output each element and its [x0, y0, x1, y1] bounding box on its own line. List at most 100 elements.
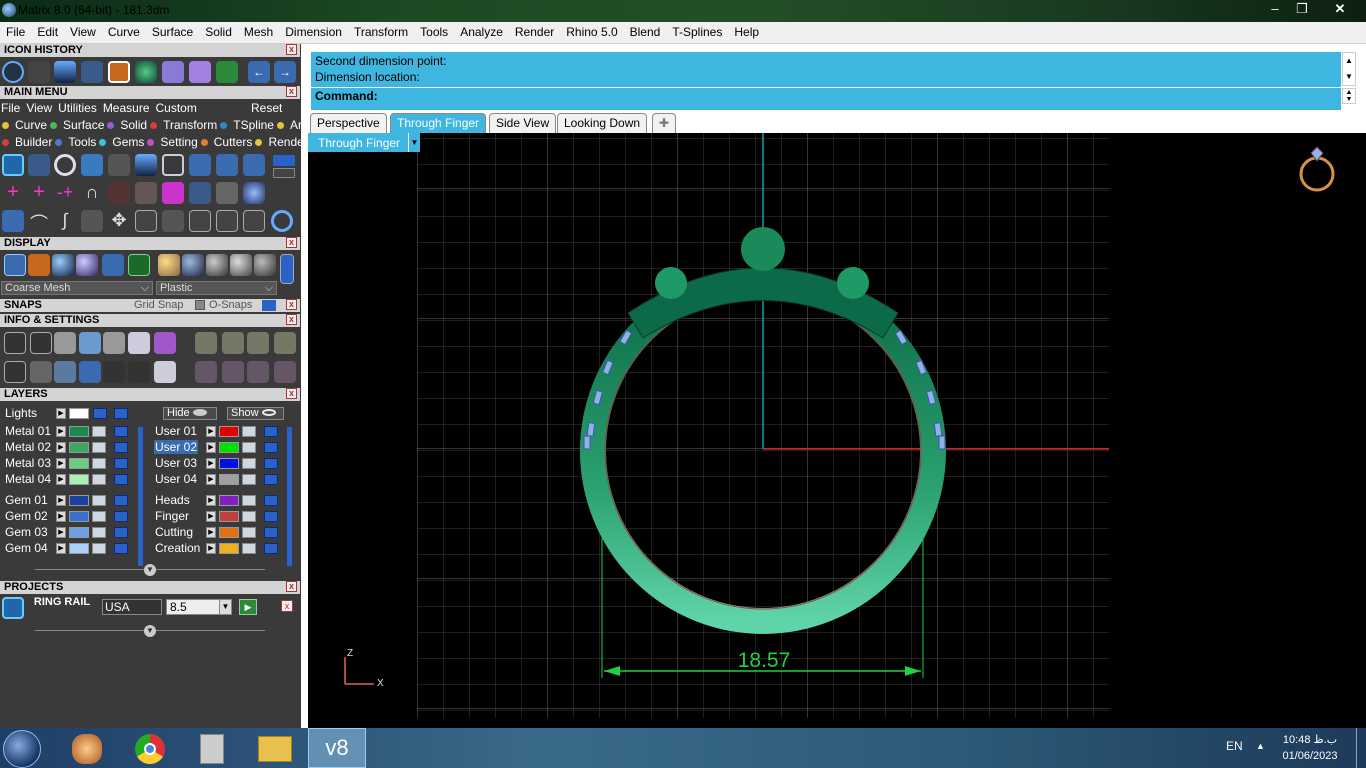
layer-label[interactable]: Metal 04 [4, 472, 52, 486]
gems-scrollbar[interactable] [138, 496, 143, 566]
visibility-icon[interactable] [264, 442, 278, 453]
environment-icon[interactable] [128, 254, 150, 276]
lock-icon[interactable] [242, 495, 256, 506]
layer-color-swatch[interactable] [219, 543, 239, 554]
clock-date[interactable]: 01/06/2023 [1280, 750, 1340, 762]
check-tool-icon[interactable] [189, 182, 211, 204]
visibility-icon[interactable] [264, 426, 278, 437]
pattern-icon[interactable] [162, 182, 184, 204]
snap-toggle-icon[interactable] [262, 300, 276, 311]
point-cloud-icon[interactable]: + [28, 182, 50, 204]
main-menu-measure[interactable]: Measure [103, 101, 150, 115]
material-select[interactable]: Plastic ⌵ [156, 281, 277, 295]
main-menu-custom[interactable]: Custom [156, 101, 197, 115]
expand-icon[interactable]: ▶ [56, 408, 66, 419]
layer-row-metal-04[interactable]: Metal 04 ▶ [0, 472, 140, 487]
layer-row-metal-03[interactable]: Metal 03 ▶ [0, 456, 140, 471]
tab-side-view[interactable]: Side View [489, 113, 557, 133]
menu-solid[interactable]: Solid [199, 22, 238, 39]
lock-icon[interactable] [92, 511, 106, 522]
grid-snap-toggle[interactable]: Grid Snap [134, 299, 184, 312]
reset-button[interactable]: Reset [251, 101, 282, 115]
rotate-icon[interactable] [135, 210, 157, 232]
layer-label[interactable]: User 01 [154, 424, 198, 438]
visibility-icon[interactable] [264, 495, 278, 506]
fence-icon[interactable] [216, 182, 238, 204]
layer-row-gem-03[interactable]: Gem 03 ▶ [0, 525, 140, 540]
language-indicator[interactable]: EN [1226, 739, 1243, 753]
menu-mesh[interactable]: Mesh [238, 22, 279, 39]
paint-app-icon[interactable] [72, 734, 102, 764]
visibility-icon[interactable] [114, 527, 128, 538]
start-button[interactable] [3, 730, 41, 768]
files-icon[interactable] [79, 332, 101, 354]
layer-label[interactable]: Gem 02 [4, 509, 49, 523]
layout-icon[interactable] [4, 361, 26, 383]
layer-row-gem-01[interactable]: Gem 01 ▶ [0, 493, 140, 508]
lock-icon[interactable] [92, 495, 106, 506]
shaded-icon[interactable] [28, 254, 50, 276]
layer-label[interactable]: Cutting [154, 525, 194, 539]
lock-icon[interactable] [92, 543, 106, 554]
arc-icon[interactable]: ∩ [81, 182, 103, 204]
check-icon[interactable] [81, 61, 103, 83]
close-icon[interactable]: x [286, 314, 297, 325]
layer-color-swatch[interactable] [69, 442, 89, 453]
add-tab-button[interactable]: ✚ [652, 113, 677, 133]
menu-blend[interactable]: Blend [624, 22, 667, 39]
prong-icon[interactable] [108, 154, 130, 176]
layer-row-metal-02[interactable]: Metal 02 ▶ [0, 440, 140, 455]
lock-icon[interactable] [92, 442, 106, 453]
lock-icon[interactable] [92, 426, 106, 437]
layer-color-swatch[interactable] [219, 495, 239, 506]
grid-points-icon[interactable] [135, 182, 157, 204]
visibility-icon[interactable] [264, 474, 278, 485]
menu-file[interactable]: File [0, 22, 31, 39]
menu-view[interactable]: View [64, 22, 102, 39]
move-icon[interactable]: ✥ [108, 210, 130, 232]
close-icon[interactable]: x [286, 581, 297, 592]
visibility-icon[interactable] [93, 408, 107, 419]
osnaps-checkbox[interactable] [195, 300, 205, 310]
lock-icon[interactable] [92, 458, 106, 469]
layer-row-heads[interactable]: Heads ▶ [150, 493, 290, 508]
lock-icon[interactable] [242, 474, 256, 485]
export-icon[interactable] [274, 332, 296, 354]
light-icon[interactable] [195, 332, 217, 354]
close-icon[interactable]: x [286, 299, 297, 310]
lock-icon[interactable] [242, 527, 256, 538]
main-menu-category-setting[interactable]: Setting [147, 135, 198, 149]
expand-icon[interactable]: ▶ [206, 495, 216, 506]
lock-icon[interactable] [242, 511, 256, 522]
scale-icon[interactable] [247, 361, 269, 383]
blocks-icon[interactable] [2, 210, 24, 232]
menu-tsplines[interactable]: T-Splines [666, 22, 728, 39]
ring-size-select[interactable]: 8.5 ▼ [166, 599, 232, 615]
properties-icon[interactable] [154, 361, 176, 383]
display-toggle-icon[interactable] [280, 254, 294, 284]
chrome-sphere-icon[interactable] [206, 254, 228, 276]
history-scrollbar[interactable]: ▲ ▼ [1342, 52, 1356, 86]
expand-icon[interactable]: ▶ [206, 527, 216, 538]
visibility-icon[interactable] [114, 474, 128, 485]
layer-color-swatch[interactable] [219, 527, 239, 538]
clock-time[interactable]: 10:48 ب.ظ [1280, 733, 1340, 746]
cube-info-icon[interactable] [54, 361, 76, 383]
document-icon[interactable] [103, 332, 125, 354]
layer-row-gem-02[interactable]: Gem 02 ▶ [0, 509, 140, 524]
expand-icon[interactable]: ▶ [206, 426, 216, 437]
lock-icon[interactable] [242, 442, 256, 453]
menu-edit[interactable]: Edit [31, 22, 64, 39]
lights-color-swatch[interactable] [69, 408, 89, 419]
filter-icon[interactable] [103, 361, 125, 383]
command-scrollbar[interactable]: ▲ ▼ [1342, 88, 1356, 104]
close-icon[interactable]: x [286, 388, 297, 399]
layer-row-user-03[interactable]: User 03 ▶ [150, 456, 290, 471]
expand-icon[interactable]: ▶ [206, 474, 216, 485]
camera-icon[interactable] [222, 332, 244, 354]
wireframe-icon[interactable] [4, 254, 26, 276]
lock-icon[interactable] [242, 426, 256, 437]
toggle-off-icon[interactable] [273, 168, 295, 178]
calculator-app-icon[interactable] [200, 734, 224, 764]
align-icon[interactable] [222, 361, 244, 383]
